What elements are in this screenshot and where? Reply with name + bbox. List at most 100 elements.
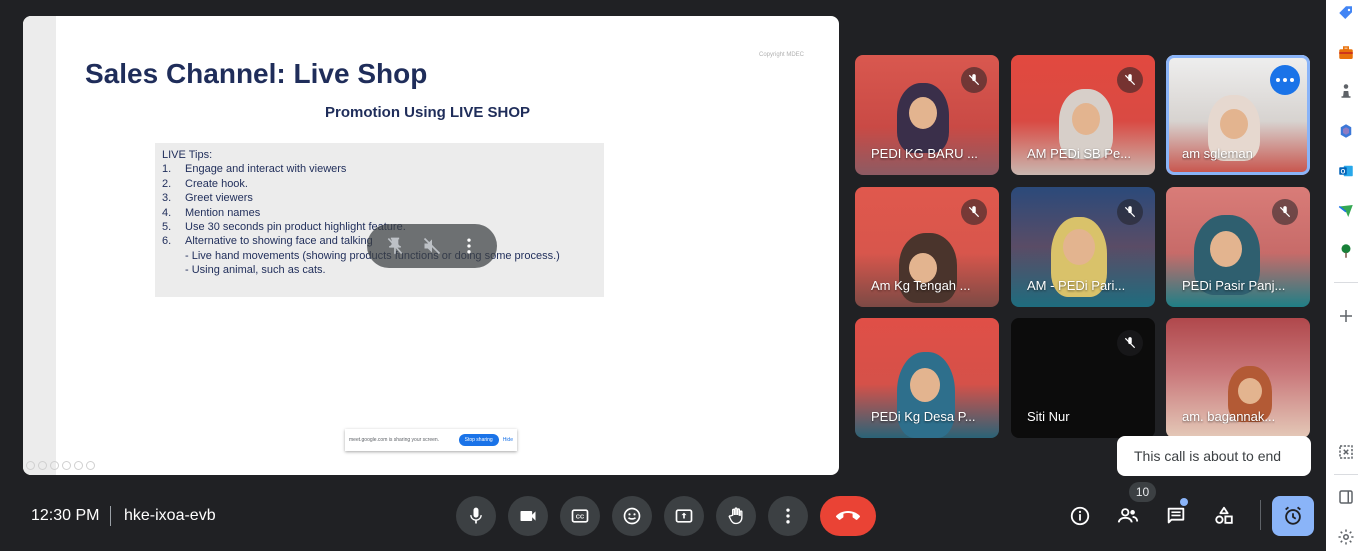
participant-tile[interactable]: AM - PEDi Pari... — [1011, 187, 1155, 307]
slide-control-dot[interactable] — [62, 461, 71, 470]
send-icon[interactable] — [1336, 201, 1356, 221]
chat-button[interactable] — [1156, 496, 1196, 536]
add-icon[interactable] — [1336, 306, 1356, 326]
mic-off-icon — [1279, 206, 1291, 218]
chess-piece-icon[interactable] — [1336, 81, 1356, 101]
tree-icon[interactable] — [1336, 241, 1356, 261]
meeting-code: hke-ixoa-evb — [124, 507, 216, 524]
muted-indicator — [1117, 199, 1143, 225]
closed-captions-icon: CC — [571, 509, 589, 523]
camera-button[interactable] — [508, 496, 548, 536]
bottom-bar-separator — [110, 506, 111, 526]
slide-control-dot[interactable] — [50, 461, 59, 470]
muted-indicator — [961, 67, 987, 93]
leave-call-button[interactable] — [820, 496, 876, 536]
participant-name: PEDI KG BARU ... — [871, 146, 978, 161]
settings-gear-icon[interactable] — [1336, 527, 1356, 547]
call-end-icon — [836, 511, 860, 520]
meeting-details-button[interactable] — [1060, 496, 1100, 536]
present-button[interactable] — [664, 496, 704, 536]
mic-off-icon — [1124, 206, 1136, 218]
shapes-icon — [1215, 506, 1233, 524]
tile-more-options-button[interactable] — [455, 232, 483, 260]
slide-controls — [26, 461, 95, 470]
current-time: 12:30 PM — [31, 507, 100, 524]
participant-tile[interactable]: AM PEDi SB Pe... — [1011, 55, 1155, 175]
stop-sharing-button[interactable]: Stop sharing — [458, 434, 499, 446]
screenshot-icon[interactable] — [1336, 442, 1356, 462]
copilot-icon[interactable] — [1336, 121, 1356, 141]
unpin-icon — [388, 237, 403, 255]
more-vert-icon — [786, 508, 790, 524]
slide-control-dot[interactable] — [26, 461, 35, 470]
participant-name: am sgleman — [1182, 146, 1253, 161]
svg-text:CC: CC — [576, 515, 585, 521]
svg-text:O: O — [1341, 169, 1346, 175]
participant-tile[interactable]: PEDi Pasir Panj... — [1166, 187, 1310, 307]
more-vert-icon — [466, 238, 471, 254]
participant-tile[interactable]: PEDI KG BARU ... — [855, 55, 999, 175]
participant-name: am. bagannak... — [1182, 409, 1276, 424]
slide-control-dot[interactable] — [74, 461, 83, 470]
activities-button[interactable] — [1204, 496, 1244, 536]
presentation-view[interactable]: Copyright MDEC Sales Channel: Live Shop … — [23, 16, 839, 475]
slide-title: Sales Channel: Live Shop — [85, 58, 428, 89]
tile-hover-controls — [367, 224, 497, 268]
volume-off-icon — [423, 237, 441, 255]
side-panel-divider — [1334, 474, 1358, 475]
outlook-icon[interactable]: O — [1336, 161, 1356, 181]
sidebar-toggle-icon[interactable] — [1336, 487, 1356, 507]
alarm-icon — [1285, 506, 1301, 525]
side-panel-divider — [1334, 282, 1358, 283]
participant-name: AM PEDi SB Pe... — [1027, 146, 1132, 161]
share-bar-text: meet.google.com is sharing your screen. — [349, 437, 440, 443]
more-options-button[interactable] — [768, 496, 808, 536]
participant-name: Am Kg Tengah ... — [871, 278, 971, 293]
muted-indicator — [1117, 330, 1143, 356]
chat-icon — [1167, 507, 1185, 524]
mic-off-icon — [1124, 74, 1136, 86]
participant-tile[interactable]: Am Kg Tengah ... — [855, 187, 999, 307]
muted-indicator — [1117, 67, 1143, 93]
tip-item: 3. Greet viewers — [162, 192, 253, 205]
slide-copyright: Copyright MDEC — [759, 52, 805, 58]
tag-icon[interactable] — [1336, 3, 1356, 23]
present-to-all-icon — [675, 509, 693, 523]
hand-icon — [728, 507, 743, 525]
participant-options-button[interactable] — [1270, 65, 1300, 95]
slide-subtitle: Promotion Using LIVE SHOP — [325, 104, 531, 121]
participant-name: Siti Nur — [1027, 409, 1070, 424]
screen-share-bar: meet.google.com is sharing your screen. … — [345, 429, 517, 451]
people-button[interactable] — [1108, 496, 1148, 536]
captions-button[interactable]: CC — [560, 496, 600, 536]
muted-indicator — [1272, 199, 1298, 225]
bottom-bar-divider — [1260, 500, 1261, 530]
participant-tile[interactable]: am. bagannak... — [1166, 318, 1310, 438]
microphone-button[interactable] — [456, 496, 496, 536]
tip-item: 1. Engage and interact with viewers — [162, 163, 347, 176]
mute-tile-button[interactable] — [418, 232, 446, 260]
participant-tile-active[interactable]: am sgleman — [1166, 55, 1310, 175]
unpin-button[interactable] — [381, 232, 409, 260]
briefcase-icon[interactable] — [1336, 43, 1356, 63]
participant-tile[interactable]: Siti Nur — [1011, 318, 1155, 438]
participant-tile[interactable]: PEDi Kg Desa P... — [855, 318, 999, 438]
tips-heading: LIVE Tips: — [162, 149, 213, 161]
slide-control-dot[interactable] — [38, 461, 47, 470]
videocam-icon — [520, 511, 536, 521]
participant-name: PEDi Kg Desa P... — [871, 409, 976, 424]
emoji-icon — [623, 507, 641, 525]
raise-hand-button[interactable] — [716, 496, 756, 536]
slide-control-dot[interactable] — [86, 461, 95, 470]
mic-off-icon — [1124, 337, 1136, 349]
side-panel: O — [1326, 0, 1366, 551]
mic-icon — [470, 507, 482, 524]
meeting-timer-button[interactable] — [1272, 496, 1314, 536]
reactions-button[interactable] — [612, 496, 652, 536]
call-ending-toast: This call is about to end — [1117, 436, 1311, 476]
mic-off-icon — [968, 74, 980, 86]
tips-box: LIVE Tips: 1. Engage and interact with vi… — [155, 143, 604, 297]
mic-off-icon — [968, 206, 980, 218]
hide-share-bar-link[interactable]: Hide — [503, 437, 513, 443]
participant-name: PEDi Pasir Panj... — [1182, 278, 1286, 293]
